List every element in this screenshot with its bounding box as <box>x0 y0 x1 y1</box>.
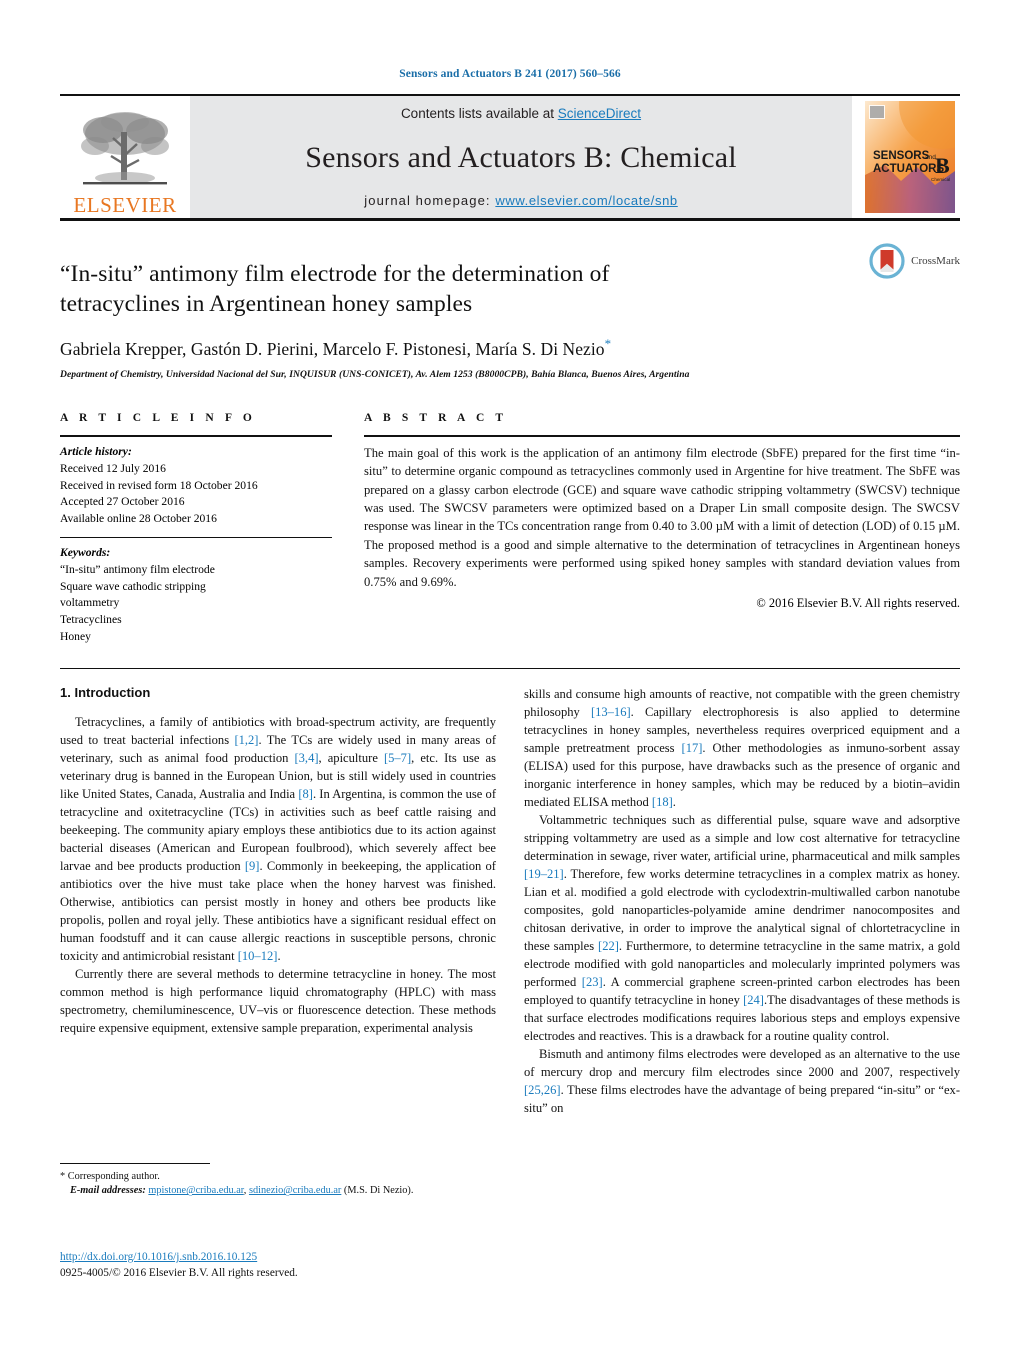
journal-cover-thumbnail: SENSORS and ACTUATORS B Chemical <box>860 96 960 218</box>
abstract-column: A B S T R A C T The main goal of this wo… <box>332 412 960 646</box>
homepage-prefix: journal homepage: <box>364 193 496 208</box>
body-paragraph: Voltammetric techniques such as differen… <box>524 811 960 1045</box>
abstract-text: The main goal of this work is the applic… <box>364 445 960 589</box>
journal-masthead: ELSEVIER Contents lists available at Sci… <box>60 94 960 221</box>
paragraph-text: Tetracyclines, a family of antibiotics w… <box>60 714 496 963</box>
doi-block: http://dx.doi.org/10.1016/j.snb.2016.10.… <box>60 1247 298 1282</box>
author-list: Gabriela Krepper, Gastón D. Pierini, Mar… <box>60 336 960 360</box>
body-paragraph: Tetracyclines, a family of antibiotics w… <box>60 713 496 965</box>
article-history-item: Available online 28 October 2016 <box>60 512 217 526</box>
svg-text:Chemical: Chemical <box>931 177 950 182</box>
footnote-area: * Corresponding author. E-mail addresses… <box>60 1163 492 1199</box>
body-paragraph: skills and consume high amounts of react… <box>524 685 960 811</box>
keyword-item: “In-situ” antimony film electrode <box>60 562 215 576</box>
contents-prefix: Contents lists available at <box>400 106 558 121</box>
sciencedirect-link[interactable]: ScienceDirect <box>558 106 641 121</box>
body-paragraph: Bismuth and antimony films electrodes we… <box>524 1045 960 1117</box>
paragraph-text: Bismuth and antimony films electrodes we… <box>524 1046 960 1115</box>
keywords-label: Keywords: <box>60 545 111 559</box>
footnote-rule <box>60 1163 210 1164</box>
abstract-copyright: © 2016 Elsevier B.V. All rights reserved… <box>756 595 960 610</box>
email-label: E-mail addresses: <box>70 1185 146 1197</box>
body-columns: 1. Introduction Tetracyclines, a family … <box>60 669 960 1117</box>
affiliation: Department of Chemistry, Universidad Nac… <box>60 368 690 380</box>
elsevier-logo: ELSEVIER <box>60 96 190 218</box>
section-heading-introduction: 1. Introduction <box>60 684 151 700</box>
article-info-heading: A R T I C L E I N F O <box>60 411 256 424</box>
svg-text:B: B <box>935 153 950 178</box>
journal-homepage-link[interactable]: www.elsevier.com/locate/snb <box>495 193 677 208</box>
contents-available-line: Contents lists available at ScienceDirec… <box>401 106 641 121</box>
article-history-item: Received in revised form 18 October 2016 <box>60 478 258 492</box>
footnote-marker: * <box>60 1171 66 1182</box>
running-head: Sensors and Actuators B 241 (2017) 560–5… <box>399 68 621 80</box>
email-link-secondary[interactable]: sdinezio@criba.edu.ar <box>249 1185 341 1196</box>
article-history-item: Accepted 27 October 2016 <box>60 495 185 509</box>
email-link-primary[interactable]: mpistone@criba.edu.ar <box>148 1185 243 1196</box>
journal-cover-image: SENSORS and ACTUATORS B Chemical <box>865 101 955 213</box>
title-block: CrossMark “In-situ” antimony film electr… <box>60 221 960 380</box>
keyword-item: voltammetry <box>60 596 120 610</box>
corresponding-author-label: Corresponding author. <box>67 1171 160 1182</box>
doi-link[interactable]: http://dx.doi.org/10.1016/j.snb.2016.10.… <box>60 1251 257 1263</box>
article-first-page: Sensors and Actuators B 241 (2017) 560–5… <box>0 0 1020 1351</box>
crossmark-label: CrossMark <box>911 255 960 267</box>
corresponding-author-note: * Corresponding author. <box>60 1170 492 1184</box>
corresponding-author-marker: * <box>604 336 612 352</box>
crossmark-badge[interactable]: CrossMark <box>869 243 960 279</box>
article-info-column: A R T I C L E I N F O Article history: R… <box>60 412 332 646</box>
keyword-item: Honey <box>60 629 91 643</box>
article-info-rule-mid <box>60 536 332 538</box>
svg-text:SENSORS: SENSORS <box>873 150 930 162</box>
article-history-label: Article history: <box>60 444 132 458</box>
journal-title: Sensors and Actuators B: Chemical <box>305 140 737 174</box>
journal-homepage-line: journal homepage: www.elsevier.com/locat… <box>364 193 678 208</box>
keyword-item: Square wave cathodic stripping <box>60 579 206 593</box>
info-abstract-region: A R T I C L E I N F O Article history: R… <box>60 412 960 646</box>
page-title: “In-situ” antimony film electrode for th… <box>60 261 610 318</box>
article-history-item: Received 12 July 2016 <box>60 461 166 475</box>
paragraph-text: Currently there are several methods to d… <box>60 966 496 1035</box>
email-attribution: (M.S. Di Nezio). <box>341 1185 414 1197</box>
svg-text:ACTUATORS: ACTUATORS <box>873 163 944 175</box>
paragraph-text: skills and consume high amounts of react… <box>524 686 961 809</box>
paragraph-text: Voltammetric techniques such as differen… <box>524 812 961 1043</box>
body-paragraph: Currently there are several methods to d… <box>60 965 496 1037</box>
body-column-right: skills and consume high amounts of react… <box>524 685 960 1117</box>
article-info-rule-top <box>60 434 332 437</box>
issn-copyright-line: 0925-4005/© 2016 Elsevier B.V. All right… <box>60 1267 298 1280</box>
keyword-item: Tetracyclines <box>60 613 122 627</box>
author-names: Gabriela Krepper, Gastón D. Pierini, Mar… <box>60 338 605 359</box>
email-addresses-note: E-mail addresses: mpistone@criba.edu.ar,… <box>60 1184 492 1198</box>
body-column-left: 1. Introduction Tetracyclines, a family … <box>60 685 496 1117</box>
elsevier-tree-icon <box>81 112 169 185</box>
crossmark-icon <box>869 243 905 279</box>
journal-band: Contents lists available at ScienceDirec… <box>190 96 852 218</box>
abstract-heading: A B S T R A C T <box>364 411 508 424</box>
abstract-rule-top <box>364 434 960 437</box>
elsevier-wordmark: ELSEVIER <box>73 193 177 217</box>
